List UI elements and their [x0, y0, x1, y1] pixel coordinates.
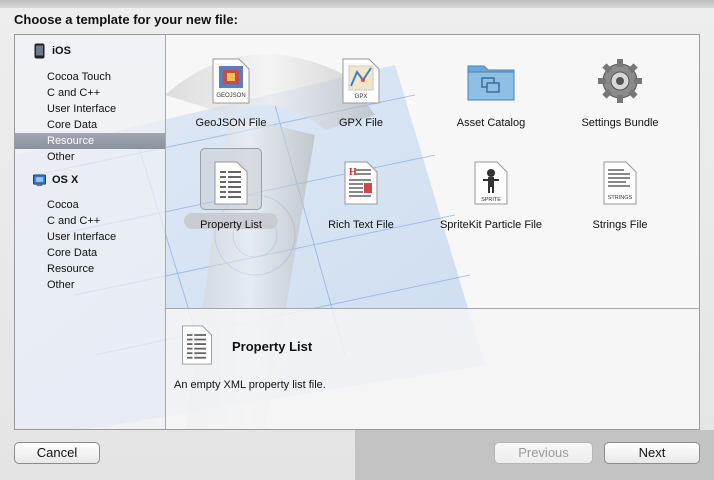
- previous-button[interactable]: Previous: [494, 442, 593, 464]
- sidebar-item-resource[interactable]: Resource: [15, 133, 165, 149]
- window-title-bar-edge: [0, 0, 714, 8]
- gpx-file-icon: GPX: [333, 53, 389, 109]
- geojson-file-icon: GEOJSON: [203, 53, 259, 109]
- rich-text-file-icon: H: [333, 155, 389, 211]
- detail-description: An empty XML property list file.: [174, 379, 326, 391]
- template-label: Property List: [200, 219, 262, 231]
- template-settings-bundle[interactable]: Settings Bundle: [555, 41, 685, 137]
- strings-file-icon: STRINGS: [592, 155, 648, 211]
- template-rich-text-file[interactable]: H Rich Text File: [296, 143, 426, 239]
- cancel-button[interactable]: Cancel: [14, 442, 100, 464]
- sidebar-group-label: iOS: [52, 45, 71, 57]
- template-category-sidebar: iOS Cocoa Touch C and C++ User Interface…: [15, 35, 166, 429]
- gpx-icon-text: GPX: [355, 94, 368, 100]
- geojson-icon-text: GEOJSON: [216, 93, 245, 99]
- detail-title: Property List: [232, 339, 313, 354]
- sidebar-item-other[interactable]: Other: [15, 149, 165, 165]
- sidebar-item-core-data[interactable]: Core Data: [15, 245, 165, 261]
- template-detail-pane: Property List An empty XML property list…: [166, 308, 699, 429]
- template-geojson-file[interactable]: GEOJSON GeoJSON File: [166, 41, 296, 137]
- sidebar-item-cocoa[interactable]: Cocoa: [15, 197, 165, 213]
- template-label: SpriteKit Particle File: [439, 219, 543, 231]
- sprite-icon-text: SPRITE: [481, 197, 501, 203]
- svg-text:H: H: [349, 167, 357, 178]
- template-label: Rich Text File: [328, 219, 394, 231]
- template-label: GeoJSON File: [195, 117, 267, 129]
- template-spritekit-particle-file[interactable]: SPRITE SpriteKit Particle File: [426, 143, 556, 239]
- strings-icon-text: STRINGS: [608, 195, 633, 201]
- template-label: Asset Catalog: [456, 117, 526, 129]
- template-gpx-file[interactable]: GPX GPX File: [296, 41, 426, 137]
- sidebar-group-ios: iOS: [15, 41, 165, 61]
- folder-icon: [463, 53, 519, 109]
- property-list-icon: [203, 155, 259, 211]
- mac-finder-icon: [33, 172, 46, 188]
- dialog-title: Choose a template for your new file:: [14, 12, 238, 27]
- property-list-icon: [180, 325, 220, 365]
- sidebar-item-resource[interactable]: Resource: [15, 261, 165, 277]
- sprite-file-icon: SPRITE: [463, 155, 519, 211]
- sidebar-item-c-and-cpp[interactable]: C and C++: [15, 213, 165, 229]
- template-grid: GEOJSON GeoJSON File GPX GPX File Asset …: [166, 35, 699, 308]
- sidebar-item-c-and-cpp[interactable]: C and C++: [15, 85, 165, 101]
- sidebar-item-other[interactable]: Other: [15, 277, 165, 293]
- next-button[interactable]: Next: [604, 442, 700, 464]
- iphone-icon: [33, 43, 46, 59]
- sidebar-item-core-data[interactable]: Core Data: [15, 117, 165, 133]
- template-label: Strings File: [592, 219, 648, 231]
- template-asset-catalog[interactable]: Asset Catalog: [426, 41, 556, 137]
- sidebar-item-user-interface[interactable]: User Interface: [15, 101, 165, 117]
- template-chooser: iOS Cocoa Touch C and C++ User Interface…: [14, 34, 700, 430]
- gear-icon: [592, 53, 648, 109]
- sidebar-group-osx: OS X: [15, 170, 165, 190]
- template-property-list[interactable]: Property List: [166, 143, 296, 239]
- sidebar-item-cocoa-touch[interactable]: Cocoa Touch: [15, 69, 165, 85]
- template-label: GPX File: [338, 117, 383, 129]
- sidebar-item-user-interface[interactable]: User Interface: [15, 229, 165, 245]
- template-strings-file[interactable]: STRINGS Strings File: [555, 143, 685, 239]
- template-label: Settings Bundle: [581, 117, 659, 129]
- sidebar-group-label: OS X: [52, 174, 79, 186]
